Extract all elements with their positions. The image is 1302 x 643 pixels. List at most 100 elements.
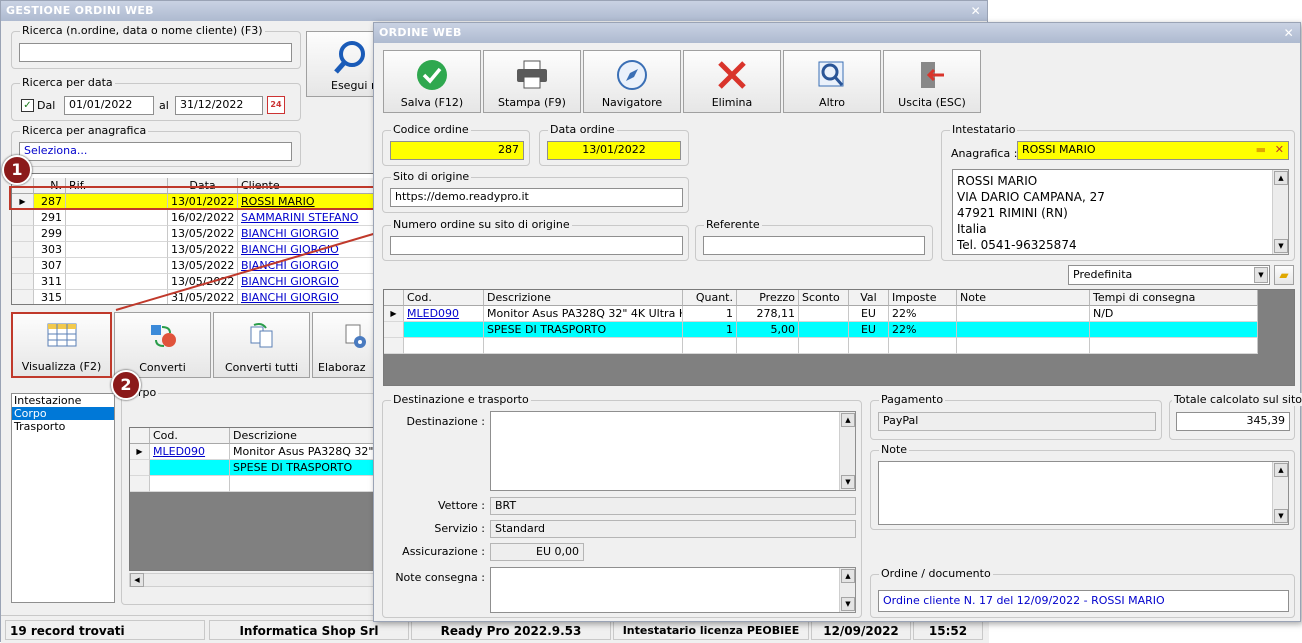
order-close-icon[interactable]: ✕ [1284,23,1294,43]
calendar-icon[interactable]: 24 [267,96,285,114]
ordine-doc-field[interactable]: Ordine cliente N. 17 del 12/09/2022 - RO… [878,590,1289,612]
anag-select-input[interactable]: Seleziona... [19,142,292,161]
address-line: Italia [957,222,987,236]
codice-input[interactable]: 287 [390,141,524,160]
sito-input[interactable]: https://demo.readypro.it [390,188,683,207]
rows-header-imposte[interactable]: Imposte [889,290,957,306]
note-label: Note [879,443,910,456]
servizio-field[interactable]: Standard [490,520,856,538]
status-time: 15:52 [913,620,983,640]
corpo-header-desc[interactable]: Descrizione [230,428,378,444]
anagrafica-input[interactable]: ROSSI MARIO ▬ ✕ [1017,141,1289,160]
elaborazione-button-label: Elaboraz [318,361,366,374]
date-group: Ricerca per data ✓ Dal 01/01/2022 al 31/… [11,76,301,121]
intestatario-label: Intestatario [950,123,1018,136]
status-version: Ready Pro 2022.9.53 [411,620,611,640]
row-cod[interactable]: MLED090 [404,306,484,322]
visualizza-button[interactable]: Visualizza (F2) [11,312,112,378]
totale-field[interactable]: 345,39 [1176,412,1290,431]
clear-x-icon[interactable]: ✕ [1275,142,1284,158]
rows-header-desc[interactable]: Descrizione [484,290,683,306]
anagrafica-label: Anagrafica : [951,147,1018,160]
date-checkbox[interactable]: ✓ [21,99,34,112]
scroll-up-icon[interactable]: ▲ [841,413,855,427]
rows-header-prezzo[interactable]: Prezzo [737,290,799,306]
scroll-left-icon[interactable]: ◀ [130,573,144,587]
numero-input[interactable] [390,236,683,255]
address-scrollbar[interactable]: ▲ ▼ [1272,170,1288,254]
delete-x-icon [718,61,746,89]
scroll-down-icon[interactable]: ▼ [841,475,855,489]
rows-header-tempi[interactable]: Tempi di consegna [1090,290,1258,306]
row-quant [683,338,737,354]
main-window-title: GESTIONE ORDINI WEB [6,4,154,17]
note-scrollbar[interactable]: ▲ ▼ [1272,462,1288,524]
vettore-field[interactable]: BRT [490,497,856,515]
uscita-button[interactable]: Uscita (ESC) [883,50,981,113]
table-row[interactable] [130,476,378,492]
row-cod[interactable] [404,338,484,354]
corpo-hscrollbar[interactable]: ◀ [129,573,379,587]
assicurazione-field[interactable]: EU 0,00 [490,543,584,561]
rows-header-val[interactable]: Val [849,290,889,306]
address-line: Tel. 0541-96325874 [957,238,1077,252]
destinazione-textarea[interactable]: ▲ ▼ [490,411,856,491]
row-quant: 1 [683,322,737,338]
table-row[interactable]: ▶ MLED090 Monitor Asus PA328Q 32" 4K Ultra… [384,306,1294,322]
scroll-up-icon[interactable]: ▲ [1274,171,1288,185]
note-consegna-textarea[interactable]: ▲ ▼ [490,567,856,613]
corpo-desc: Monitor Asus PA328Q 32" 4K [230,444,378,460]
table-row[interactable]: SPESE DI TRASPORTO [130,460,378,476]
dest-group-label: Destinazione e trasporto [391,393,531,406]
destinazione-scrollbar[interactable]: ▲ ▼ [839,412,855,490]
codice-label: Codice ordine [391,123,471,136]
scroll-down-icon[interactable]: ▼ [841,597,855,611]
stampa-button-label: Stampa (F9) [498,96,566,109]
altro-button[interactable]: Altro [783,50,881,113]
rows-header-cod[interactable]: Cod. [404,290,484,306]
order-window: ORDINE WEB ✕ Salva (F12) Stampa (F9) Nav… [373,22,1302,622]
date-to-input[interactable]: 31/12/2022 [175,96,263,115]
table-row[interactable]: ▶ MLED090 Monitor Asus PA328Q 32" 4K [130,444,378,460]
row-desc: Monitor Asus PA328Q 32" 4K Ultra HD... [484,306,683,322]
section-item[interactable]: Corpo [12,407,114,420]
elimina-button[interactable]: Elimina [683,50,781,113]
note-textarea[interactable]: ▲ ▼ [878,461,1289,525]
rows-header-quant[interactable]: Quant. [683,290,737,306]
rows-header-sconto[interactable]: Sconto [799,290,849,306]
row-sconto [799,306,849,322]
scroll-up-icon[interactable]: ▲ [841,569,855,583]
row-cod[interactable] [404,322,484,338]
salva-button[interactable]: Salva (F12) [383,50,481,113]
pagamento-field[interactable]: PayPal [878,412,1156,431]
referente-input[interactable] [703,236,925,255]
chevron-down-icon[interactable]: ▼ [1254,267,1268,283]
step-badge-1-text: 1 [11,160,23,179]
section-item[interactable]: Intestazione [12,394,114,407]
date-from-input[interactable]: 01/01/2022 [64,96,154,115]
table-row[interactable]: SPESE DI TRASPORTO 1 5,00 EU 22% [384,322,1294,338]
corpo-header-cod[interactable]: Cod. [150,428,230,444]
navigatore-button[interactable]: Navigatore [583,50,681,113]
listino-folder-button[interactable]: ▰ [1274,265,1294,285]
note-consegna-scrollbar[interactable]: ▲ ▼ [839,568,855,612]
corpo-cod[interactable] [150,460,230,476]
rows-header-note[interactable]: Note [957,290,1090,306]
stampa-button[interactable]: Stampa (F9) [483,50,581,113]
corpo-cod[interactable] [150,476,230,492]
folder-open-icon[interactable]: ▬ [1256,142,1266,158]
address-box[interactable]: ROSSI MARIO VIA DARIO CAMPANA, 27 47921 RI… [952,169,1289,255]
search-button[interactable]: Esegui ric [306,31,385,97]
scroll-down-icon[interactable]: ▼ [1274,239,1288,253]
close-icon[interactable]: ✕ [971,1,981,21]
printer-icon [517,60,547,89]
corpo-cod[interactable]: MLED090 [150,444,230,460]
table-row[interactable] [384,338,1294,354]
scroll-up-icon[interactable]: ▲ [1274,463,1288,477]
row-prezzo [737,338,799,354]
section-item[interactable]: Trasporto [12,420,114,433]
search-input[interactable] [19,43,292,62]
listino-select[interactable]: Predefinita ▼ [1068,265,1270,285]
scroll-down-icon[interactable]: ▼ [1274,509,1288,523]
data-ordine-input[interactable]: 13/01/2022 [547,141,681,160]
